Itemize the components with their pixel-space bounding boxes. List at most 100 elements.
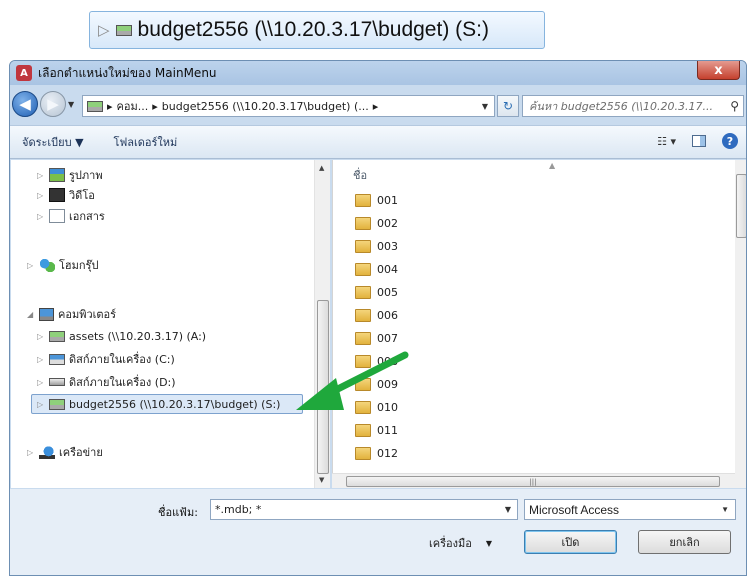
list-item[interactable]: 011 [355, 420, 398, 440]
expand-arrow-icon[interactable]: ▷ [37, 212, 45, 221]
expand-arrow-icon[interactable]: ▷ [37, 378, 45, 387]
breadcrumb-budget[interactable]: budget2556 (\\10.20.3.17\budget) (... [162, 100, 369, 113]
expand-arrow-icon[interactable]: ▷ [27, 261, 35, 270]
list-item[interactable]: 002 [355, 213, 398, 233]
nav-label: รูปภาพ [69, 169, 103, 182]
folder-name: 008 [377, 354, 398, 368]
nav-scrollbar[interactable]: ▲ ▼ [314, 160, 330, 488]
open-button[interactable]: เปิด [524, 530, 617, 554]
expand-arrow-icon[interactable]: ▷ [37, 400, 45, 409]
expand-arrow-icon[interactable]: ▷ [37, 355, 45, 364]
sort-arrow-icon: ▲ [549, 161, 556, 170]
list-item[interactable]: 004 [355, 259, 398, 279]
chevron-down-icon: ▼ [485, 538, 493, 548]
chevron-down-icon[interactable]: ▼ [721, 505, 729, 514]
address-dropdown-icon[interactable]: ▼ [482, 102, 488, 111]
network-drive-icon [49, 398, 65, 410]
refresh-button[interactable]: ↻ [497, 95, 519, 117]
list-item[interactable]: 005 [355, 282, 398, 302]
cancel-button[interactable]: ยกเลิก [638, 530, 731, 554]
folder-icon [355, 239, 371, 253]
folder-icon [355, 446, 371, 460]
back-button[interactable]: ◀ [12, 91, 38, 117]
network-drive-icon [115, 24, 132, 36]
close-button[interactable]: x [697, 61, 740, 80]
forward-button[interactable]: ▶ [40, 91, 66, 117]
nav-label: โฮมกรุ๊ป [59, 259, 99, 272]
scroll-thumb[interactable]: ||| [346, 476, 720, 487]
network-drive-icon [87, 100, 103, 112]
expand-arrow-icon[interactable]: ▷ [27, 448, 35, 457]
video-icon [49, 188, 65, 202]
preview-pane-icon[interactable] [692, 135, 706, 147]
dialog-footer: ชื่อแฟ้ม: *.mdb; * ▼ Microsoft Access ▼ … [10, 489, 746, 575]
expand-arrow-icon[interactable]: ▷ [37, 332, 45, 341]
scroll-down-icon[interactable]: ▼ [319, 476, 324, 484]
filename-field[interactable]: *.mdb; * ▼ [210, 499, 518, 520]
file-type-select[interactable]: Microsoft Access ▼ [524, 499, 736, 520]
nav-label: assets (\\10.20.3.17) (A:) [69, 329, 207, 343]
network-icon [39, 445, 55, 459]
file-list-pane: ▲ ชื่อ 001 002 003 004 005 006 007 008 0… [332, 160, 735, 488]
tools-label: เครื่องมือ [429, 537, 472, 550]
list-item[interactable]: 001 [355, 190, 398, 210]
folder-name: 006 [377, 308, 398, 322]
scroll-up-icon[interactable]: ▲ [319, 164, 324, 172]
nav-item-drive-c[interactable]: ▷ ดิสก์ภายในเครื่อง (C:) [37, 349, 175, 369]
chevron-right-icon: ▸ [152, 99, 158, 113]
nav-item-computer[interactable]: ◢ คอมพิวเตอร์ [27, 304, 116, 324]
pictures-icon [49, 168, 65, 182]
computer-icon [39, 307, 54, 321]
address-bar[interactable]: ▸ คอม... ▸ budget2556 (\\10.20.3.17\budg… [82, 95, 495, 117]
scroll-thumb[interactable] [317, 300, 329, 474]
title-bar[interactable]: A เลือกตำแหน่งใหม่ของ MainMenu x [10, 61, 746, 85]
view-options-icon[interactable]: ☷ ▾ [657, 135, 676, 148]
list-item[interactable]: 006 [355, 305, 398, 325]
folder-icon [355, 423, 371, 437]
search-icon: ⚲ [730, 99, 739, 113]
nav-item-drive-a[interactable]: ▷ assets (\\10.20.3.17) (A:) [37, 326, 206, 346]
list-item[interactable]: 003 [355, 236, 398, 256]
help-icon[interactable]: ? [722, 133, 738, 149]
filename-label: ชื่อแฟ้ม: [158, 506, 198, 519]
organize-button[interactable]: จัดระเบียบ ▼ [22, 133, 84, 151]
list-item[interactable]: 009 [355, 374, 398, 394]
folder-icon [355, 377, 371, 391]
list-item[interactable]: 007 [355, 328, 398, 348]
list-item[interactable]: 012 [355, 443, 398, 463]
nav-item-homegroup[interactable]: ▷ โฮมกรุ๊ป [27, 255, 98, 275]
file-vertical-scrollbar[interactable] [735, 160, 746, 488]
homegroup-icon [39, 258, 55, 272]
nav-item-pictures[interactable]: ▷ รูปภาพ [37, 165, 103, 185]
nav-item-drive-s[interactable]: ▷ budget2556 (\\10.20.3.17\budget) (S:) [31, 394, 303, 414]
recent-locations-dropdown[interactable]: ▼ [68, 100, 74, 109]
folder-name: 002 [377, 216, 398, 230]
document-icon [49, 209, 65, 223]
access-app-icon: A [16, 65, 32, 81]
nav-item-drive-d[interactable]: ▷ ดิสก์ภายในเครื่อง (D:) [37, 372, 176, 392]
folder-icon [355, 308, 371, 322]
file-horizontal-scrollbar[interactable]: ||| [332, 473, 735, 488]
folder-name: 004 [377, 262, 398, 276]
tools-menu[interactable]: เครื่องมือ ▼ [429, 534, 492, 552]
search-input[interactable]: ค้นหา budget2556 (\\10.20.3.17... ⚲ [522, 95, 744, 117]
callout-label: budget2556 (\\10.20.3.17\budget) (S:) [137, 18, 489, 41]
expand-arrow-icon[interactable]: ▷ [37, 191, 45, 200]
list-item[interactable]: 008 [355, 351, 398, 371]
address-row: ◀ ▶ ▼ ▸ คอม... ▸ budget2556 (\\10.20.3.1… [10, 85, 746, 125]
nav-item-network[interactable]: ▷ เครือข่าย [27, 442, 103, 462]
nav-item-videos[interactable]: ▷ วิดีโอ [37, 185, 95, 205]
expand-arrow-icon[interactable]: ▷ [37, 171, 45, 180]
nav-label: วิดีโอ [69, 189, 95, 202]
scroll-thumb[interactable] [736, 174, 746, 238]
search-placeholder: ค้นหา budget2556 (\\10.20.3.17... [529, 100, 713, 113]
list-item[interactable]: 010 [355, 397, 398, 417]
breadcrumb-computer[interactable]: คอม... [117, 97, 149, 115]
folder-name: 009 [377, 377, 398, 391]
collapse-arrow-icon[interactable]: ◢ [27, 310, 35, 319]
column-header-name[interactable]: ชื่อ [353, 166, 367, 184]
nav-item-documents[interactable]: ▷ เอกสาร [37, 206, 105, 226]
chevron-down-icon[interactable]: ▼ [505, 505, 511, 514]
window-title: เลือกตำแหน่งใหม่ของ MainMenu [38, 65, 217, 80]
new-folder-button[interactable]: โฟลเดอร์ใหม่ [114, 133, 178, 151]
